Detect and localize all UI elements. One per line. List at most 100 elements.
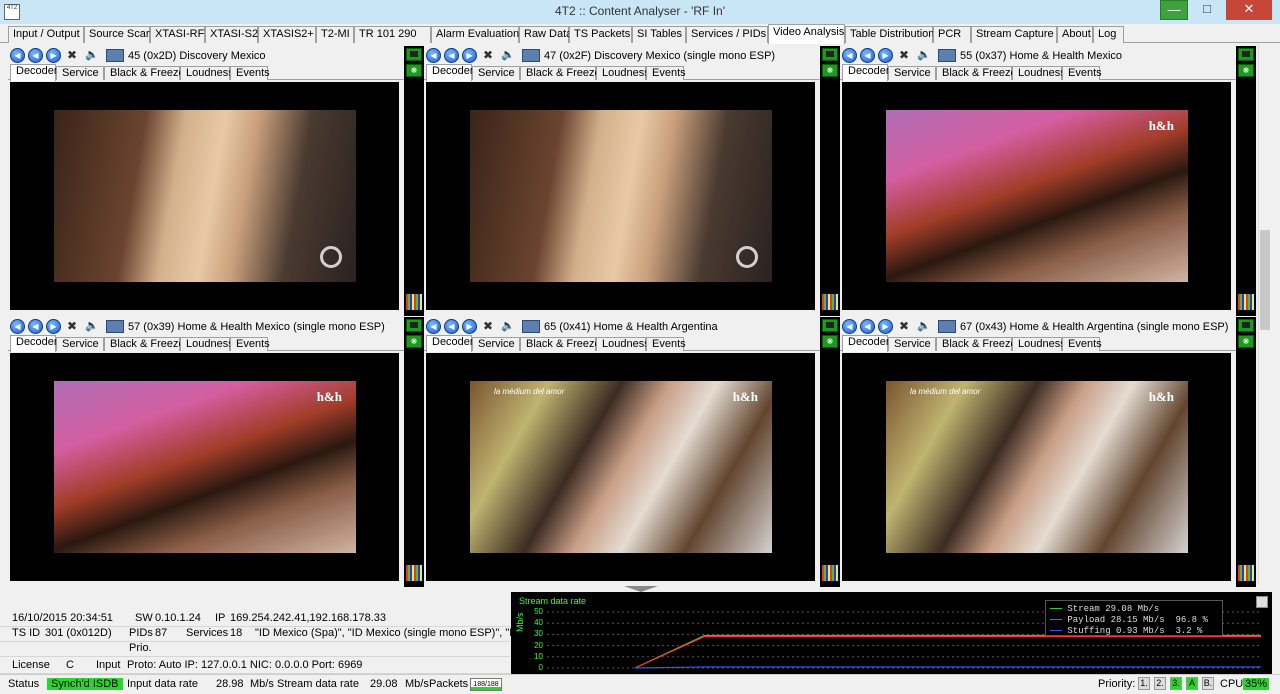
subtab-decoder[interactable]: Decoder <box>426 64 474 81</box>
subtab-decoder[interactable]: Decoder <box>842 64 890 81</box>
tools-icon[interactable]: ✖ <box>480 48 496 63</box>
monitor-toggle-icon[interactable] <box>1238 319 1254 332</box>
settings-icon[interactable]: ❋ <box>822 64 838 77</box>
back-icon[interactable]: ◀ <box>444 48 459 63</box>
prev-icon[interactable]: ◀ <box>426 48 441 63</box>
speaker-mute-icon[interactable]: 🔈 <box>84 319 100 334</box>
subtab-service[interactable]: Service <box>56 66 104 80</box>
subtab-loudness[interactable]: Loudness <box>1012 337 1066 351</box>
subtab-black-freeze[interactable]: Black & Freeze <box>104 337 185 351</box>
subtab-decoder[interactable]: Decoder <box>426 335 474 352</box>
back-icon[interactable]: ◀ <box>860 319 875 334</box>
play-icon[interactable]: ▶ <box>878 319 893 334</box>
tab-source-scan[interactable]: Source Scan <box>84 26 152 43</box>
monitor-icon[interactable] <box>106 320 124 333</box>
tab-services-pids[interactable]: Services / PIDs <box>686 26 768 43</box>
tab-log[interactable]: Log <box>1093 26 1124 43</box>
tab-video-analysis[interactable]: Video Analysis <box>768 24 845 44</box>
subtab-events[interactable]: Events <box>230 337 270 351</box>
play-icon[interactable]: ▶ <box>462 48 477 63</box>
subtab-loudness[interactable]: Loudness <box>596 66 650 80</box>
minimize-button[interactable]: — <box>1160 0 1188 20</box>
subtab-service[interactable]: Service <box>56 337 104 351</box>
tab-xtasi-s2[interactable]: XTASI-S2 <box>205 26 258 43</box>
tab-stream-capture[interactable]: Stream Capture <box>971 26 1057 43</box>
subtab-black-freeze[interactable]: Black & Freeze <box>936 337 1017 351</box>
play-icon[interactable]: ▶ <box>46 319 61 334</box>
priority-button[interactable]: B. <box>1202 677 1214 690</box>
subtab-events[interactable]: Events <box>1062 337 1102 351</box>
subtab-service[interactable]: Service <box>472 337 520 351</box>
tab-input-output[interactable]: Input / Output <box>8 26 84 43</box>
subtab-decoder[interactable]: Decoder <box>842 335 890 352</box>
monitor-icon[interactable] <box>938 49 956 62</box>
speaker-mute-icon[interactable]: 🔈 <box>500 319 516 334</box>
back-icon[interactable]: ◀ <box>444 319 459 334</box>
play-icon[interactable]: ▶ <box>462 319 477 334</box>
prev-icon[interactable]: ◀ <box>842 48 857 63</box>
prev-icon[interactable]: ◀ <box>842 319 857 334</box>
subtab-events[interactable]: Events <box>646 66 686 80</box>
subtab-service[interactable]: Service <box>888 66 936 80</box>
subtab-service[interactable]: Service <box>888 337 936 351</box>
tab-pcr[interactable]: PCR <box>933 26 971 43</box>
settings-icon[interactable]: ❋ <box>406 64 422 77</box>
monitor-icon[interactable] <box>522 320 540 333</box>
prev-icon[interactable]: ◀ <box>10 48 25 63</box>
monitor-icon[interactable] <box>522 49 540 62</box>
speaker-mute-icon[interactable]: 🔈 <box>916 319 932 334</box>
priority-button[interactable]: 2. <box>1154 677 1166 690</box>
play-icon[interactable]: ▶ <box>878 48 893 63</box>
chart-options-icon[interactable] <box>1256 596 1268 608</box>
prev-icon[interactable]: ◀ <box>426 319 441 334</box>
maximize-button[interactable]: □ <box>1193 0 1221 20</box>
back-icon[interactable]: ◀ <box>28 319 43 334</box>
monitor-toggle-icon[interactable] <box>406 319 422 332</box>
subtab-events[interactable]: Events <box>1062 66 1102 80</box>
tab-raw-data[interactable]: Raw Data <box>519 26 572 43</box>
settings-icon[interactable]: ❋ <box>1238 64 1254 77</box>
settings-icon[interactable]: ❋ <box>1238 335 1254 348</box>
priority-button[interactable]: 3. <box>1170 677 1182 690</box>
subtab-black-freeze[interactable]: Black & Freeze <box>520 66 601 80</box>
prev-icon[interactable]: ◀ <box>10 319 25 334</box>
monitor-icon[interactable] <box>106 49 124 62</box>
play-icon[interactable]: ▶ <box>46 48 61 63</box>
monitor-toggle-icon[interactable] <box>822 319 838 332</box>
tools-icon[interactable]: ✖ <box>64 319 80 334</box>
settings-icon[interactable]: ❋ <box>822 335 838 348</box>
tab-alarm-evaluation[interactable]: Alarm Evaluation <box>431 26 519 43</box>
speaker-mute-icon[interactable]: 🔈 <box>500 48 516 63</box>
subtab-decoder[interactable]: Decoder <box>10 335 58 352</box>
priority-button[interactable]: 1. <box>1138 677 1150 690</box>
subtab-black-freeze[interactable]: Black & Freeze <box>520 337 601 351</box>
tab-si-tables[interactable]: SI Tables <box>632 26 686 43</box>
tools-icon[interactable]: ✖ <box>480 319 496 334</box>
tools-icon[interactable]: ✖ <box>896 48 912 63</box>
settings-icon[interactable]: ❋ <box>406 335 422 348</box>
speaker-mute-icon[interactable]: 🔈 <box>916 48 932 63</box>
scrollbar-thumb[interactable] <box>1260 230 1270 330</box>
tools-icon[interactable]: ✖ <box>64 48 80 63</box>
subtab-loudness[interactable]: Loudness <box>180 337 234 351</box>
priority-button[interactable]: A <box>1186 677 1198 690</box>
subtab-service[interactable]: Service <box>472 66 520 80</box>
speaker-mute-icon[interactable]: 🔈 <box>84 48 100 63</box>
subtab-events[interactable]: Events <box>646 337 686 351</box>
subtab-loudness[interactable]: Loudness <box>180 66 234 80</box>
tools-icon[interactable]: ✖ <box>896 319 912 334</box>
tab-xtasi-rf[interactable]: XTASI-RF <box>150 26 205 43</box>
tab-table-distribution[interactable]: Table Distribution <box>845 26 934 43</box>
subtab-black-freeze[interactable]: Black & Freeze <box>936 66 1017 80</box>
tab-xtasis2-[interactable]: XTASIS2+ <box>258 26 316 43</box>
back-icon[interactable]: ◀ <box>860 48 875 63</box>
subtab-decoder[interactable]: Decoder <box>10 64 58 81</box>
tab-ts-packets[interactable]: TS Packets <box>569 26 632 43</box>
tab-tr-101-290[interactable]: TR 101 290 <box>354 26 431 43</box>
monitor-toggle-icon[interactable] <box>822 48 838 61</box>
back-icon[interactable]: ◀ <box>28 48 43 63</box>
close-button[interactable]: ✕ <box>1226 0 1272 20</box>
monitor-toggle-icon[interactable] <box>406 48 422 61</box>
subtab-loudness[interactable]: Loudness <box>596 337 650 351</box>
tab-about[interactable]: About <box>1057 26 1093 43</box>
